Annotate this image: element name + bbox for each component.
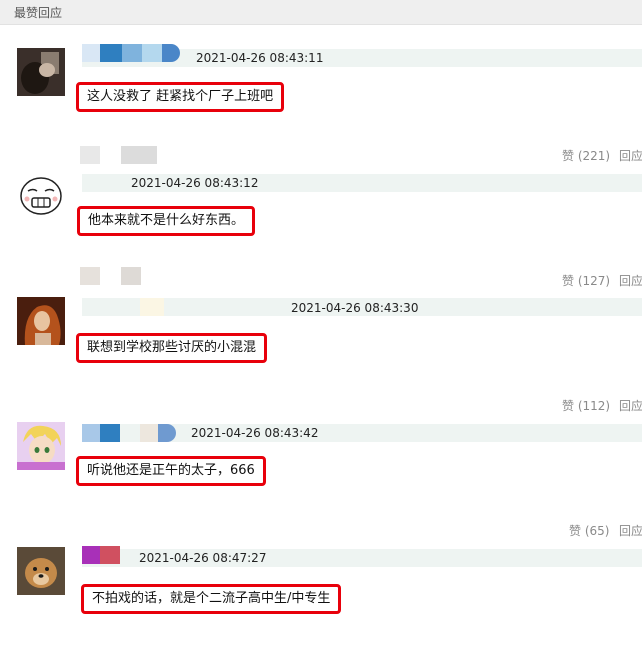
avatar-image-icon (17, 48, 65, 96)
comment-timestamp: 2021-04-26 08:43:42 (191, 426, 319, 440)
blurred-username (80, 146, 100, 164)
blurred-username (158, 424, 176, 442)
blurred-username (100, 424, 120, 442)
blurred-username (82, 546, 100, 564)
blurred-username (121, 267, 141, 285)
comment-timestamp: 2021-04-26 08:43:11 (196, 51, 324, 65)
reply-button[interactable]: 回应 (619, 522, 642, 539)
reply-button[interactable]: 回应 (619, 397, 642, 414)
comment-content: 不拍戏的话，就是个二流子高中生/中专生 (81, 584, 342, 614)
avatar[interactable] (17, 547, 65, 595)
blurred-username (82, 424, 100, 442)
like-button[interactable]: 赞 (221) (562, 147, 610, 164)
comment-timestamp: 2021-04-26 08:43:12 (131, 176, 259, 190)
avatar[interactable] (17, 422, 65, 470)
comment-content: 他本来就不是什么好东西。 (77, 206, 256, 236)
avatar[interactable] (17, 172, 65, 220)
avatar-painting-icon (17, 297, 65, 345)
blurred-username (121, 146, 157, 164)
avatar-anime-icon (17, 422, 65, 470)
reply-button[interactable]: 回应 (619, 272, 642, 289)
like-button[interactable]: 赞 (65) (569, 522, 609, 539)
section-title: 最赞回应 (14, 6, 63, 20)
blurred-username (122, 44, 142, 62)
avatar[interactable] (17, 48, 65, 96)
comment-timestamp: 2021-04-26 08:47:27 (139, 551, 267, 565)
avatar-dog-icon (17, 547, 65, 595)
avatar[interactable] (17, 297, 65, 345)
blurred-username (80, 267, 100, 285)
blurred-username (140, 298, 164, 316)
comment-content: 联想到学校那些讨厌的小混混 (76, 333, 268, 363)
reply-button[interactable]: 回应 (619, 147, 642, 164)
blurred-username (100, 546, 120, 564)
blurred-username (100, 44, 122, 62)
like-button[interactable]: 赞 (112) (562, 397, 610, 414)
blurred-username (142, 44, 162, 62)
avatar-cartoon-face-icon (17, 172, 65, 220)
comment-content: 听说他还是正午的太子，666 (76, 456, 266, 486)
comment-content: 这人没救了 赶紧找个厂子上班吧 (76, 82, 285, 112)
blurred-username (82, 44, 100, 62)
like-button[interactable]: 赞 (127) (562, 272, 610, 289)
comment-timestamp: 2021-04-26 08:43:30 (291, 301, 419, 315)
blurred-username (140, 424, 158, 442)
blurred-username (162, 44, 180, 62)
section-header: 最赞回应 (0, 0, 642, 25)
